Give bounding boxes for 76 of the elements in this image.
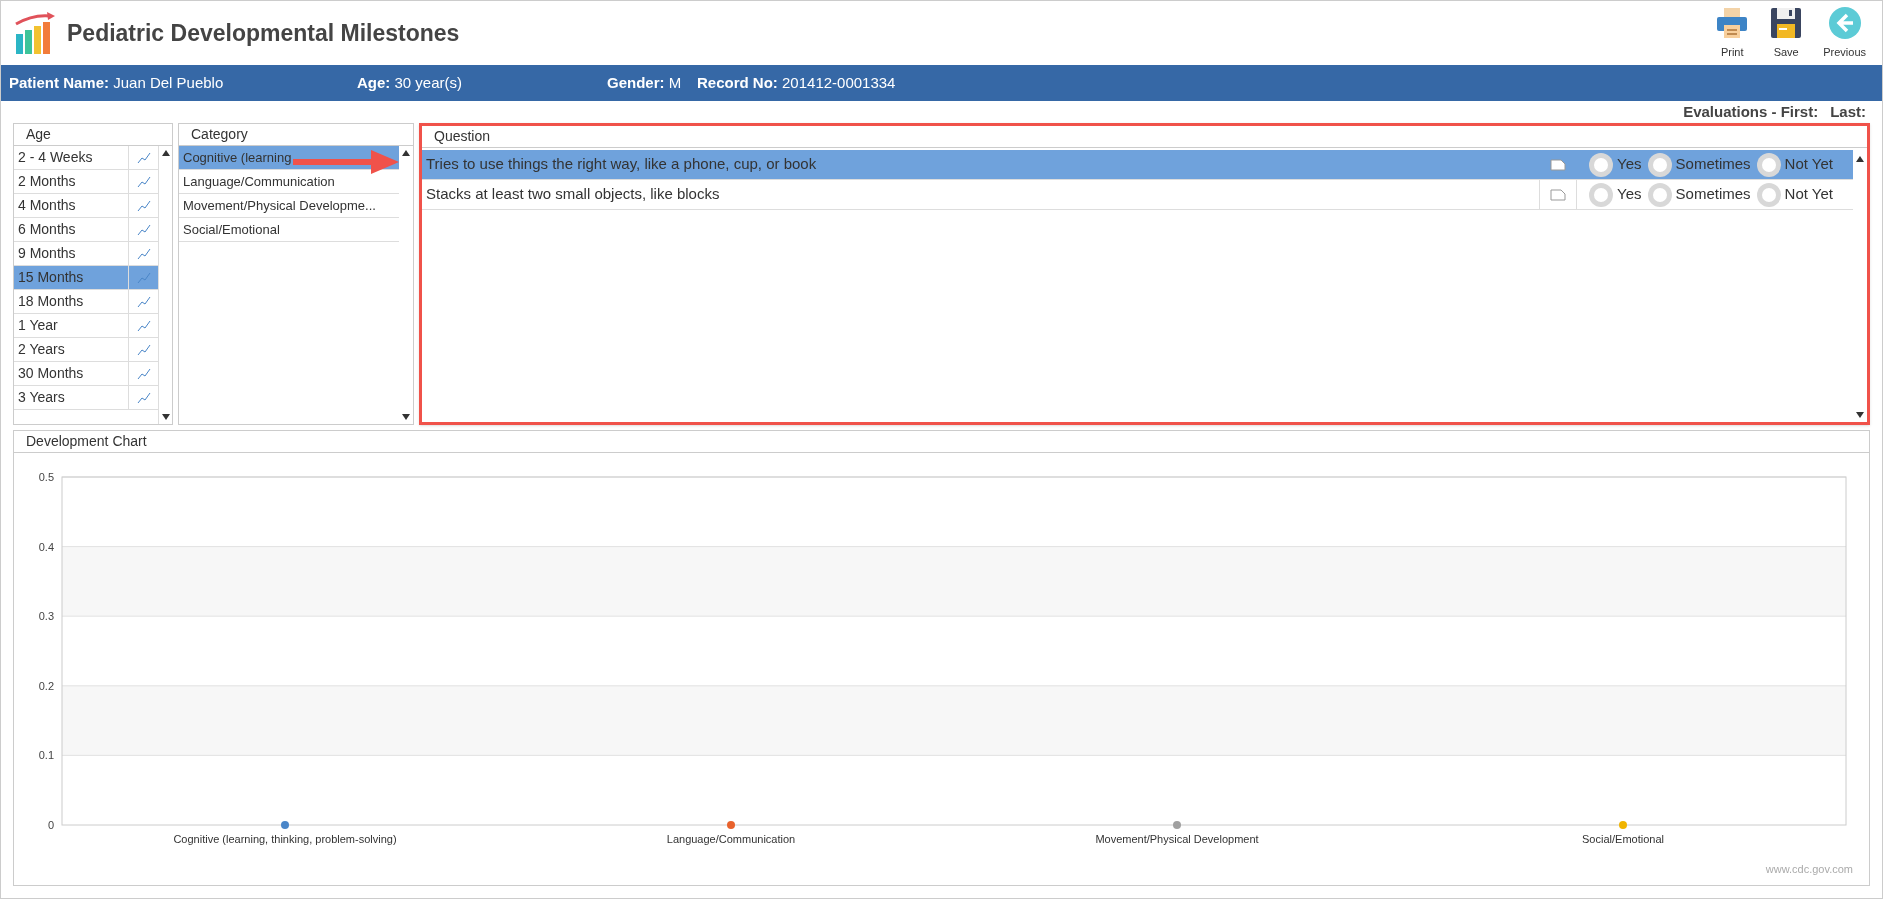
age-list-item[interactable]: 1 Year	[14, 314, 158, 338]
age-list-item[interactable]: 9 Months	[14, 242, 158, 266]
age-list-item[interactable]: 18 Months	[14, 290, 158, 314]
age-list-item[interactable]: 4 Months	[14, 194, 158, 218]
age-list-item[interactable]: 15 Months	[14, 266, 158, 290]
scroll-down-icon[interactable]	[161, 414, 170, 420]
scroll-up-icon[interactable]	[161, 150, 170, 156]
age-label: 9 Months	[17, 244, 77, 263]
trend-line-icon[interactable]	[136, 174, 151, 189]
y-tick-label: 0	[47, 819, 54, 831]
age-list-item[interactable]: 2 - 4 Weeks	[14, 146, 158, 170]
radio-option[interactable]: Yes	[1589, 182, 1642, 207]
age-list-item[interactable]: 6 Months	[14, 218, 158, 242]
trend-line-icon[interactable]	[136, 318, 151, 333]
y-tick-label: 0.2	[38, 679, 54, 692]
age-list-item[interactable]: 30 Months	[14, 362, 158, 386]
radio-option[interactable]: Not Yet	[1756, 152, 1833, 177]
age-list-item[interactable]: 2 Months	[14, 170, 158, 194]
evaluations-last-label: Last:	[1830, 101, 1866, 122]
trend-line-icon[interactable]	[136, 366, 151, 381]
radio-option[interactable]: Sometimes	[1647, 152, 1751, 177]
age-label: 18 Months	[17, 292, 85, 311]
age-label: 3 Years	[17, 388, 66, 407]
y-tick-label: 0.5	[38, 471, 54, 483]
age-label: 1 Year	[17, 316, 59, 335]
patient-age: Age: 30 year(s)	[357, 72, 464, 93]
trend-line-icon[interactable]	[136, 150, 151, 165]
toolbar-button[interactable]: Save	[1765, 5, 1808, 61]
patient-gender: Gender: M	[607, 72, 683, 93]
x-category-label: Movement/Physical Development	[1095, 833, 1259, 845]
trend-line-icon[interactable]	[136, 390, 151, 405]
text-note-icon[interactable]	[1550, 158, 1567, 171]
panel-title: Development Chart	[14, 431, 1869, 453]
age-label: 2 Years	[17, 340, 66, 359]
age-label: 30 Months	[17, 364, 85, 383]
scrollbar[interactable]	[158, 146, 172, 424]
credit-text: www.cdc.gov.com	[1765, 861, 1853, 877]
trend-line-icon[interactable]	[136, 342, 151, 357]
age-list-item[interactable]: 3 Years	[14, 386, 158, 410]
radio-option[interactable]: Sometimes	[1647, 182, 1751, 207]
y-tick-label: 0.3	[38, 610, 54, 623]
y-tick-label: 0.1	[38, 749, 54, 762]
evaluations-first-label: Evaluations - First:	[1683, 101, 1819, 122]
x-category-label: Social/Emotional	[1582, 833, 1664, 845]
toolbar-button[interactable]: Previous	[1819, 5, 1870, 61]
toolbar-button[interactable]: Print	[1711, 5, 1754, 61]
scroll-up-icon[interactable]	[402, 150, 410, 156]
age-label: 6 Months	[17, 220, 77, 239]
age-label: 2 Months	[17, 172, 77, 191]
age-label: 2 - 4 Weeks	[17, 148, 94, 167]
age-list-item[interactable]: 2 Years	[14, 338, 158, 362]
question-text: Stacks at least two small objects, like blocks	[425, 184, 721, 205]
age-label: 15 Months	[17, 268, 85, 287]
x-category-label: Language/Communication	[666, 833, 796, 845]
trend-line-icon[interactable]	[136, 198, 151, 213]
question-text: Tries to use things the right way, like a phone, cup, or book	[425, 154, 818, 175]
x-category-label: Cognitive (learning, thinking, problem-solving)	[173, 833, 397, 845]
age-label: 4 Months	[17, 196, 77, 215]
y-tick-label: 0.4	[38, 540, 54, 553]
trend-line-icon[interactable]	[136, 294, 151, 309]
scroll-up-icon[interactable]	[1856, 156, 1864, 162]
text-note-icon[interactable]	[1550, 188, 1567, 201]
scroll-down-icon[interactable]	[1856, 412, 1864, 418]
scroll-down-icon[interactable]	[402, 414, 410, 420]
radio-option[interactable]: Yes	[1589, 152, 1642, 177]
radio-option[interactable]: Not Yet	[1756, 182, 1833, 207]
panel-title: Question	[422, 126, 1867, 148]
record-number: Record No: 201412-0001334	[697, 72, 896, 93]
printer-icon[interactable]	[1715, 5, 1750, 40]
question-row[interactable]: Stacks at least two small objects, like blocks Yes Sometimes Not Yet	[422, 180, 1853, 210]
app-title: Pediatric Developmental Milestones	[67, 18, 460, 48]
question-row[interactable]: Tries to use things the right way, like a phone, cup, or book Yes Sometimes Not Yet	[422, 150, 1853, 180]
trend-line-icon[interactable]	[136, 246, 151, 261]
trend-line-icon[interactable]	[136, 222, 151, 237]
patient-name: Patient Name: Juan Del Pueblo	[9, 72, 225, 93]
arrow-icon	[291, 148, 401, 176]
